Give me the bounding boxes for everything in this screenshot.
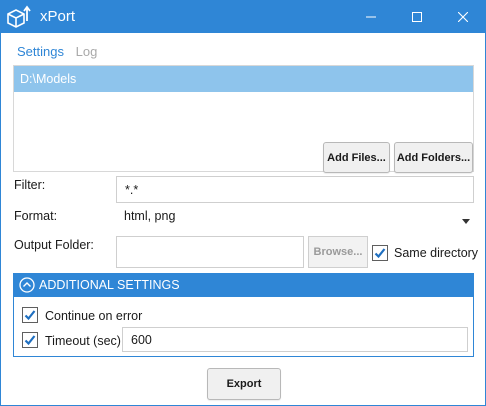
continue-on-error-label[interactable]: Continue on error xyxy=(45,309,142,323)
title-bar[interactable]: xPort xyxy=(1,1,485,33)
timeout-input[interactable]: 600 xyxy=(122,327,468,352)
close-button[interactable] xyxy=(440,1,486,33)
continue-on-error-checkbox[interactable] xyxy=(22,307,38,323)
browse-button[interactable]: Browse... xyxy=(308,236,368,268)
xport-window: xPort Settings Log D:\Models Add Files..… xyxy=(0,0,486,406)
app-logo-icon xyxy=(5,5,33,29)
main-menu: Settings Log xyxy=(17,44,105,59)
additional-settings-header[interactable]: ADDITIONAL SETTINGS xyxy=(13,273,474,297)
format-dropdown[interactable]: html, png xyxy=(116,207,474,229)
export-button[interactable]: Export xyxy=(207,368,281,400)
same-directory-label[interactable]: Same directory xyxy=(394,246,478,260)
window-title: xPort xyxy=(40,8,76,25)
format-label: Format: xyxy=(14,209,58,223)
filter-input[interactable]: *.* xyxy=(116,176,474,203)
menu-item-log[interactable]: Log xyxy=(76,44,98,59)
list-item[interactable]: D:\Models xyxy=(14,66,473,92)
dropdown-arrow-icon[interactable] xyxy=(462,214,470,224)
maximize-icon xyxy=(412,12,422,22)
close-icon xyxy=(458,12,468,22)
checkmark-icon xyxy=(374,248,386,259)
same-directory-checkbox[interactable] xyxy=(372,245,388,261)
output-folder-input[interactable] xyxy=(116,236,304,268)
add-folders-button[interactable]: Add Folders... xyxy=(394,142,473,173)
add-files-button[interactable]: Add Files... xyxy=(323,142,390,173)
output-folder-label: Output Folder: xyxy=(14,238,94,252)
collapse-chevron-icon[interactable] xyxy=(19,277,35,293)
timeout-label[interactable]: Timeout (sec): xyxy=(45,334,124,348)
maximize-button[interactable] xyxy=(394,1,440,33)
checkmark-icon xyxy=(24,335,36,346)
minimize-button[interactable] xyxy=(348,1,394,33)
filter-label: Filter: xyxy=(14,178,46,192)
additional-settings-title: ADDITIONAL SETTINGS xyxy=(39,278,180,292)
checkmark-icon xyxy=(24,310,36,321)
minimize-icon xyxy=(366,12,376,22)
menu-item-settings[interactable]: Settings xyxy=(17,44,64,59)
timeout-checkbox[interactable] xyxy=(22,332,38,348)
